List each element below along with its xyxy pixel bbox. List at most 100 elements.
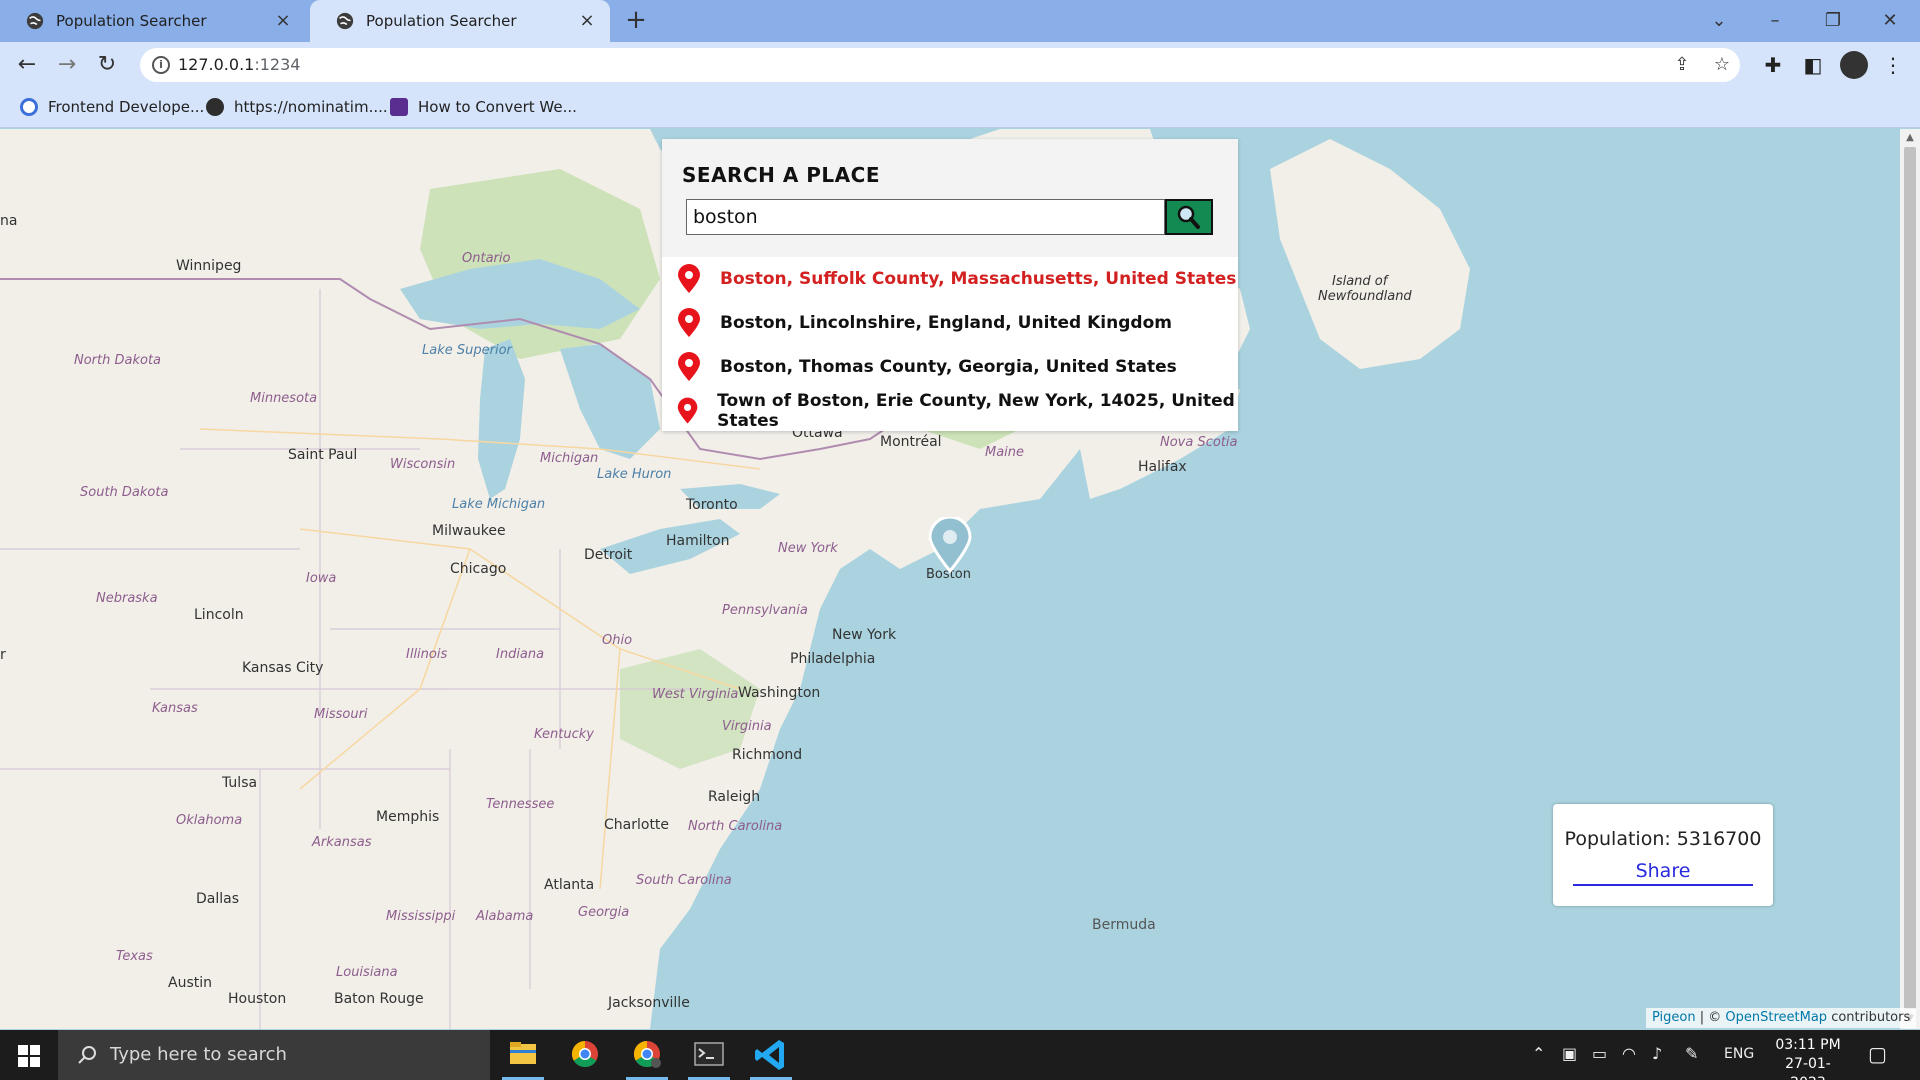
scroll-up-arrow-icon[interactable]: ▲ [1904,132,1916,144]
pigeon-link[interactable]: Pigeon [1652,1010,1696,1025]
volume-icon[interactable]: ♪ [1652,1044,1662,1063]
map-label: Texas [116,949,153,964]
terminal-app[interactable] [682,1030,736,1080]
bookmark-favicon-icon [20,98,38,116]
bookmark-item[interactable]: Frontend Develope... [20,96,204,118]
scroll-thumb[interactable] [1904,147,1916,1009]
map-label: New York [832,627,897,643]
chrome-profile-app[interactable] [620,1030,674,1080]
search-button[interactable] [1165,199,1213,235]
map-label: South Dakota [80,485,169,500]
map-label: Lake Huron [597,467,672,482]
map-label: Missouri [314,707,368,722]
clock-time: 03:11 PM [1775,1037,1841,1053]
extensions-icon[interactable]: ✚ [1760,52,1786,78]
search-input[interactable] [686,199,1165,235]
map-label: Tulsa [222,775,258,791]
map-label: North Carolina [688,819,783,834]
close-window-button[interactable]: ✕ [1878,10,1902,31]
taskbar-search-box[interactable]: Type here to search [58,1030,490,1080]
share-link[interactable]: Share [1573,860,1753,886]
forward-arrow-icon[interactable]: → [54,52,80,78]
attribution-separator: | © [1695,1010,1726,1025]
bookmarks-bar: Frontend Develope... https://nominatim..… [0,88,1920,128]
map-label: Jacksonville [608,995,690,1011]
map-label: Lake Superior [422,343,512,358]
population-card: Population: 5316700 Share [1553,804,1773,906]
map-label: Montréal [880,434,942,450]
map-label: Philadelphia [790,651,876,667]
globe-icon [206,98,224,116]
openstreetmap-link[interactable]: OpenStreetMap [1725,1010,1827,1025]
search-result-label: Boston, Lincolnshire, England, United Ki… [720,313,1172,333]
search-icon [78,1046,96,1064]
population-text: Population: 5316700 [1564,828,1762,850]
bookmark-item[interactable]: How to Convert We... [390,96,577,118]
side-panel-icon[interactable]: ◧ [1800,52,1826,78]
browser-tab-bar: Population Searcher × Population Searche… [0,0,1920,42]
star-icon[interactable]: ☆ [1712,55,1732,75]
notification-icon[interactable]: ▢ [1868,1042,1887,1066]
search-title: SEARCH A PLACE [682,163,880,187]
url-text[interactable]: 127.0.0.1:1234 [178,55,300,74]
search-result-item[interactable]: Boston, Thomas County, Georgia, United S… [662,345,1238,389]
map-label: Hamilton [666,533,730,549]
attribution-suffix: contributors [1827,1010,1911,1025]
globe-icon [336,12,354,30]
map-label: Houston [228,991,287,1007]
chrome-app[interactable] [558,1030,612,1080]
map-attribution: Pigeon | © OpenStreetMap contributors [1646,1008,1917,1028]
search-result-label: Town of Boston, Erie County, New York, 1… [717,391,1235,431]
terminal-icon [694,1042,724,1066]
search-result-item[interactable]: Boston, Suffolk County, Massachusetts, U… [662,257,1238,301]
browser-tab[interactable]: Population Searcher × [0,0,306,42]
chevron-down-icon[interactable]: ⌄ [1707,10,1731,31]
windows-start-icon[interactable] [18,1045,40,1067]
map-label: Oklahoma [176,813,243,828]
wifi-icon[interactable]: ◠ [1622,1044,1636,1063]
location-pin-icon [678,264,700,293]
map-label: Memphis [376,809,440,825]
address-bar[interactable]: i 127.0.0.1:1234 ⇪ ☆ [140,48,1740,82]
restore-button[interactable]: ❐ [1821,10,1845,31]
map-label: Minnesota [250,391,318,406]
battery-icon[interactable]: ▭ [1592,1044,1607,1063]
browser-tab-active[interactable]: Population Searcher × [310,0,610,42]
vscode-app[interactable] [744,1030,798,1080]
map-label: Virginia [722,719,772,734]
pen-icon[interactable]: ✎ [1685,1044,1698,1063]
chevron-up-icon[interactable]: ⌃ [1532,1044,1545,1063]
new-tab-button[interactable]: + [622,7,650,34]
share-icon[interactable]: ⇪ [1672,55,1692,75]
map-label: Wisconsin [390,457,456,472]
vscode-icon [755,1040,784,1070]
map-label: Richmond [732,747,803,763]
search-result-item[interactable]: Town of Boston, Erie County, New York, 1… [662,389,1238,433]
language-indicator[interactable]: ENG [1724,1046,1754,1062]
minimize-button[interactable]: – [1763,10,1787,31]
map-label: Kentucky [534,727,595,742]
map-label: Saint Paul [288,447,358,463]
map-label: r [0,647,6,663]
menu-dots-icon[interactable]: ⋮ [1880,52,1906,78]
clock-date: 27-01-2023 [1785,1056,1831,1080]
map-label: Winnipeg [176,258,242,274]
bookmark-item[interactable]: https://nominatim.... [206,96,388,118]
close-icon[interactable]: × [578,12,596,30]
meet-icon[interactable]: ▣ [1562,1044,1577,1063]
search-result-item[interactable]: Boston, Lincolnshire, England, United Ki… [662,301,1238,345]
info-icon[interactable]: i [152,56,170,74]
taskbar-search-placeholder: Type here to search [110,1044,287,1065]
back-arrow-icon[interactable]: ← [14,52,40,78]
reload-icon[interactable]: ↻ [94,52,120,78]
page-scrollbar[interactable]: ▲ ▼ [1900,129,1920,1029]
map-label: Austin [168,975,212,991]
map-marker-icon[interactable] [927,517,973,573]
map-label: Island of [1332,274,1388,289]
avatar[interactable] [1840,51,1868,79]
tab-title: Population Searcher [366,12,517,30]
close-icon[interactable]: × [274,12,292,30]
folder-icon [510,1042,536,1064]
file-explorer-app[interactable] [496,1030,550,1080]
clock[interactable]: 03:11 PM 27-01-2023 [1768,1036,1848,1080]
